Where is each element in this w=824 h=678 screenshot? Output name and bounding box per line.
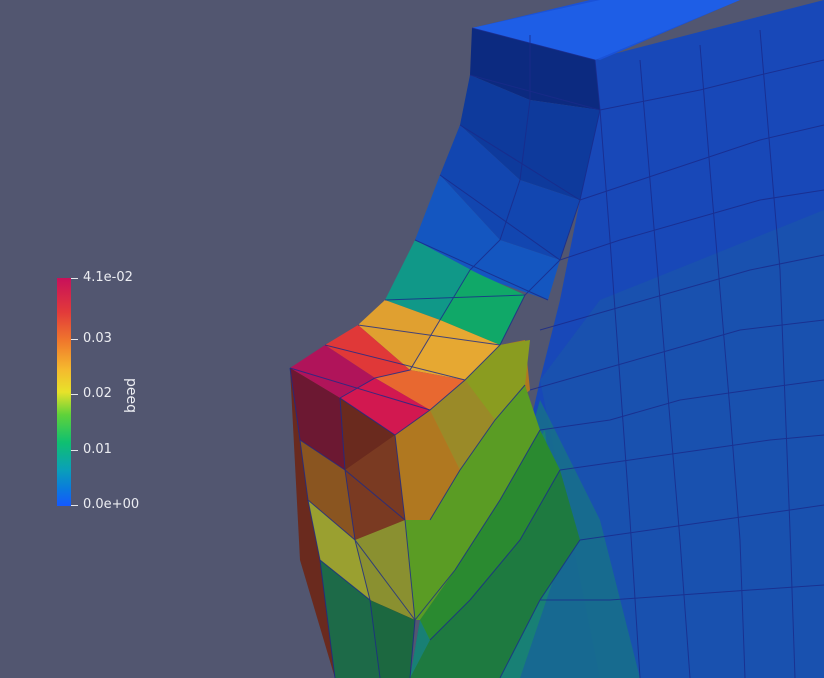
scalar-colorbar: 4.1e-02 0.03 0.02 0.01 0.0e+00 peeq <box>57 271 177 512</box>
colorbar-tick-label: 0.02 <box>83 386 112 401</box>
colorbar-tick-label: 0.01 <box>83 442 112 457</box>
colorbar-tick <box>71 278 78 279</box>
colorbar-tick <box>71 505 78 506</box>
colorbar-title: peeq <box>123 378 139 413</box>
colorbar-tick-label-max: 4.1e-02 <box>83 270 133 285</box>
colorbar-tick-label-min: 0.0e+00 <box>83 497 140 512</box>
colorbar-tick <box>71 450 78 451</box>
colorbar-tick <box>71 394 78 395</box>
colorbar-tick <box>71 339 78 340</box>
colorbar-gradient <box>57 278 71 506</box>
colorbar-tick-label: 0.03 <box>83 331 112 346</box>
